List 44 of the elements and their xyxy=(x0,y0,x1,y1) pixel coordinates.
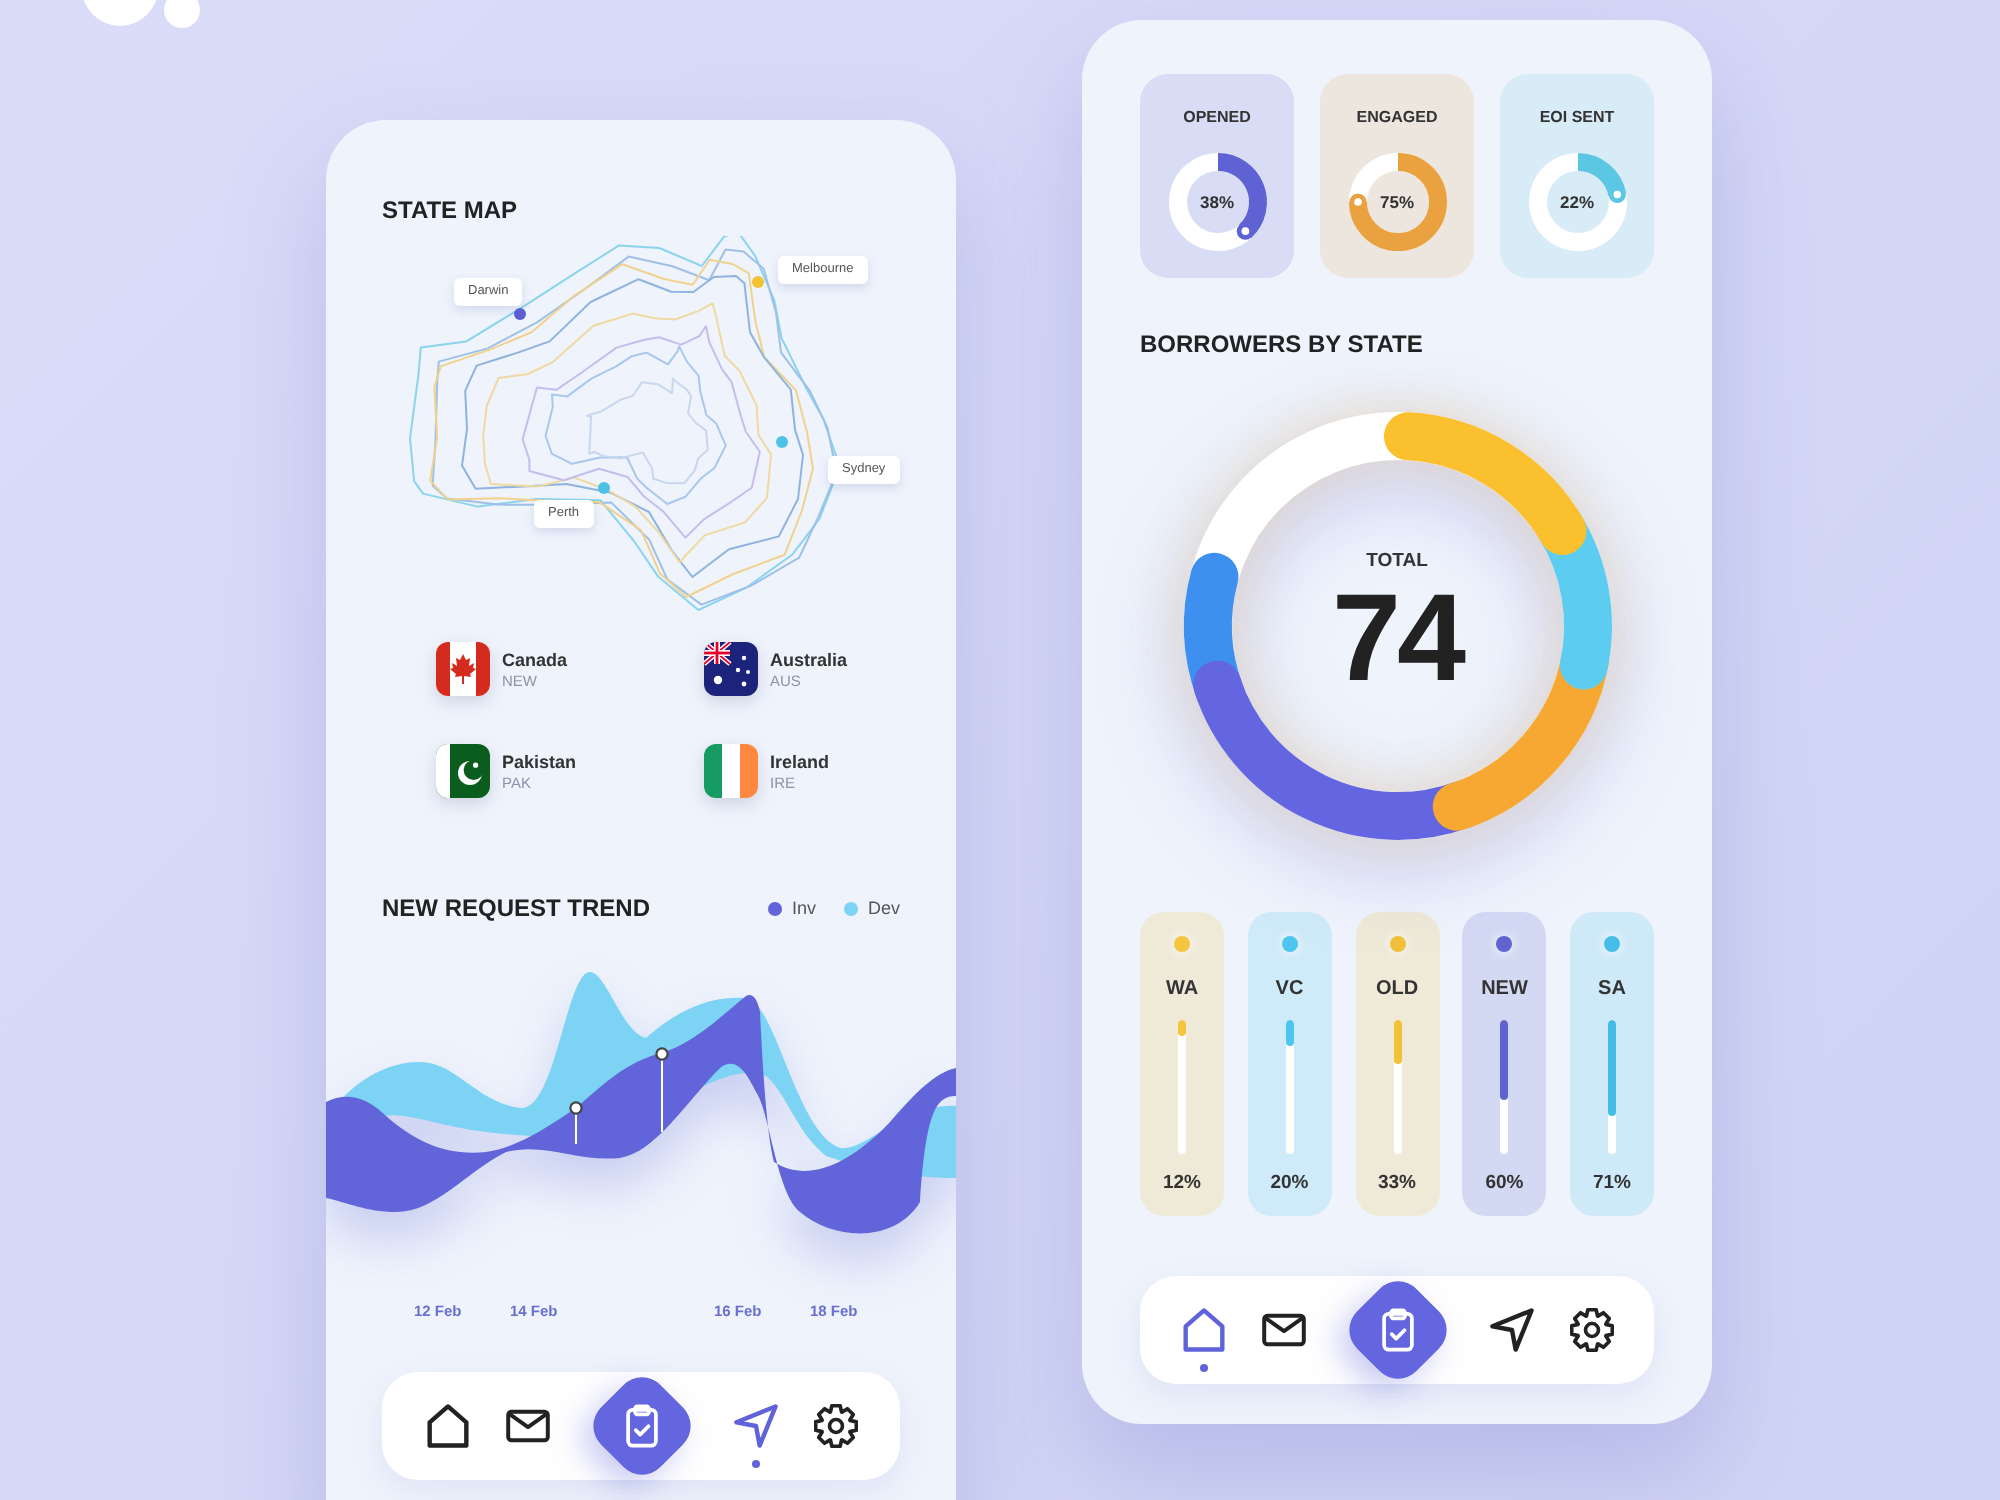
selected-dot-icon xyxy=(1199,1364,1207,1372)
legend-label: Inv xyxy=(791,898,816,920)
selected-dot-icon xyxy=(751,1460,759,1468)
state-name: WA xyxy=(1165,978,1199,1002)
navigation-arrow-icon xyxy=(733,1404,777,1448)
state-name: NEW xyxy=(1481,978,1528,1002)
state-value: 33% xyxy=(1377,1172,1416,1196)
state-name: OLD xyxy=(1375,978,1419,1002)
home-icon xyxy=(1181,1308,1225,1352)
mail-icon xyxy=(1261,1308,1305,1352)
flag-icon xyxy=(704,642,758,696)
section-title: BORROWERS BY STATE xyxy=(1140,330,1425,360)
stat-value: 38% xyxy=(1199,192,1234,212)
total-label: TOTAL xyxy=(1366,550,1428,574)
state-name: SA xyxy=(1598,978,1626,1002)
home-icon xyxy=(425,1404,469,1448)
navigation-arrow-icon xyxy=(1489,1308,1533,1352)
state-value: 71% xyxy=(1592,1172,1631,1196)
flag-icon xyxy=(436,744,490,798)
state-value: 12% xyxy=(1162,1172,1201,1196)
total-value: 74 xyxy=(1332,578,1462,702)
stat-value: 22% xyxy=(1559,192,1594,212)
mail-icon xyxy=(505,1404,549,1448)
section-title: NEW REQUEST TREND xyxy=(382,894,651,924)
stat-title: OPENED xyxy=(1183,108,1251,128)
state-name: VC xyxy=(1275,978,1304,1002)
legend-label: Dev xyxy=(867,898,900,920)
stat-title: EOI SENT xyxy=(1539,108,1615,128)
state-value: 20% xyxy=(1270,1172,1309,1196)
stat-title: ENGAGED xyxy=(1356,108,1438,128)
country-name: Ireland xyxy=(770,751,830,773)
data-point-marker xyxy=(569,1101,583,1145)
country-name: Australia xyxy=(770,649,848,671)
country-name: Canada xyxy=(502,649,568,671)
section-title: STATE MAP xyxy=(382,196,520,226)
state-value: 60% xyxy=(1485,1172,1524,1196)
circles-logo-icon xyxy=(82,0,202,30)
settings-icon xyxy=(1569,1308,1613,1352)
data-point-marker xyxy=(655,1047,669,1133)
settings-icon xyxy=(813,1404,857,1448)
country-name: Pakistan xyxy=(502,751,577,773)
flag-icon xyxy=(436,642,490,696)
stat-value: 75% xyxy=(1379,192,1414,212)
flag-icon xyxy=(704,744,758,798)
